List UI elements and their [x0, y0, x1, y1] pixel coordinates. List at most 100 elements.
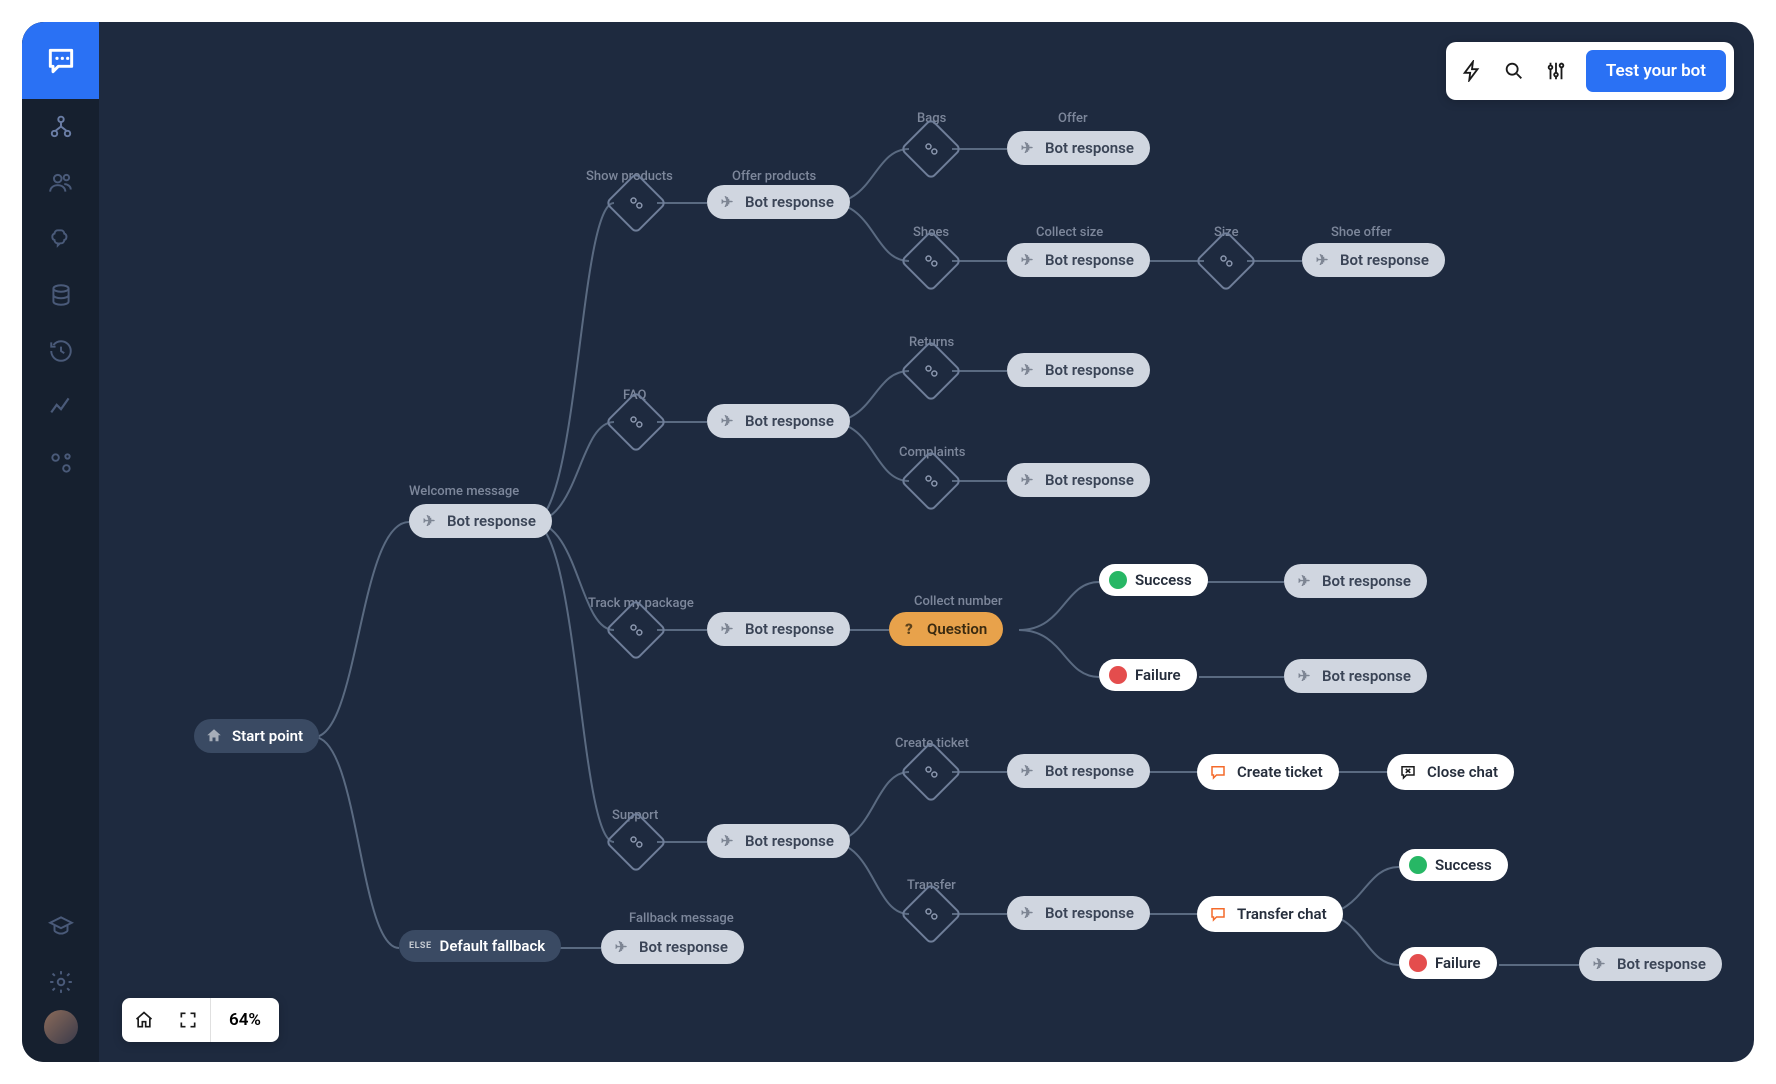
home-icon: [204, 726, 224, 746]
user-bot-icon: [614, 181, 658, 225]
node-failure-2[interactable]: Failure: [1399, 947, 1497, 979]
user-bot-icon: [909, 239, 953, 283]
branch-bags[interactable]: [909, 127, 953, 171]
lightning-icon[interactable]: [1454, 53, 1490, 89]
node-label: Close chat: [1427, 763, 1498, 781]
test-bot-button[interactable]: Test your bot: [1586, 50, 1726, 92]
send-icon: ✈: [611, 937, 631, 957]
node-label: Bot response: [639, 938, 728, 956]
node-success-response[interactable]: ✈Bot response: [1284, 564, 1427, 598]
sliders-icon[interactable]: [1538, 53, 1574, 89]
user-bot-icon: [909, 349, 953, 393]
node-support-response[interactable]: ✈Bot response: [707, 824, 850, 858]
user-avatar[interactable]: [44, 1010, 78, 1044]
node-failure2-response[interactable]: ✈ Bot response: [1579, 947, 1722, 981]
branch-support[interactable]: [614, 820, 658, 864]
node-label: Bot response: [1045, 471, 1134, 489]
group-label-offer: Offer: [1058, 111, 1088, 126]
node-create-ticket[interactable]: Create ticket: [1197, 754, 1339, 790]
node-fallback-response[interactable]: ✈ Bot response: [601, 930, 744, 964]
zoom-value[interactable]: 64%: [210, 998, 279, 1042]
node-transfer-chat[interactable]: Transfer chat: [1197, 896, 1343, 932]
nav-learn-icon[interactable]: [22, 898, 99, 954]
nav-brain-icon[interactable]: [22, 211, 99, 267]
search-icon[interactable]: [1496, 53, 1532, 89]
send-icon: ✈: [1017, 761, 1037, 781]
node-label: Transfer chat: [1237, 905, 1327, 923]
node-label: Bot response: [1045, 251, 1134, 269]
user-bot-icon: [909, 127, 953, 171]
user-bot-icon: [909, 750, 953, 794]
node-label: Bot response: [1322, 667, 1411, 685]
nav-database-icon[interactable]: [22, 267, 99, 323]
node-offer[interactable]: ✈Bot response: [1007, 131, 1150, 165]
node-label: Bot response: [1617, 955, 1706, 973]
node-faq-response[interactable]: ✈Bot response: [707, 404, 850, 438]
send-icon: ✈: [1017, 903, 1037, 923]
branch-complaints[interactable]: [909, 459, 953, 503]
send-icon: ✈: [1294, 666, 1314, 686]
nav-flow-icon[interactable]: [22, 99, 99, 155]
node-transfer-response[interactable]: ✈Bot response: [1007, 896, 1150, 930]
send-icon: ✈: [419, 511, 439, 531]
node-collect-size[interactable]: ✈ Bot response: [1007, 243, 1150, 277]
nav-integrations-icon[interactable]: [22, 435, 99, 491]
node-label: Question: [927, 620, 987, 638]
x-icon: [1409, 954, 1427, 972]
node-close-chat[interactable]: Close chat: [1387, 754, 1514, 790]
node-label: Bot response: [1322, 572, 1411, 590]
node-default-fallback[interactable]: ELSE Default fallback: [399, 930, 561, 962]
node-label: Bot response: [745, 412, 834, 430]
node-label: Success: [1435, 856, 1492, 874]
branch-show-products[interactable]: [614, 181, 658, 225]
home-button[interactable]: [122, 998, 166, 1042]
node-label: Success: [1135, 571, 1192, 589]
nav-settings-icon[interactable]: [22, 954, 99, 1010]
send-icon: ✈: [1017, 138, 1037, 158]
node-start-point[interactable]: Start point: [194, 719, 319, 753]
node-track-response[interactable]: ✈Bot response: [707, 612, 850, 646]
send-icon: ✈: [1017, 250, 1037, 270]
node-ticket-response[interactable]: ✈Bot response: [1007, 754, 1150, 788]
node-success-1[interactable]: Success: [1099, 564, 1208, 596]
node-returns[interactable]: ✈Bot response: [1007, 353, 1150, 387]
node-complaints[interactable]: ✈Bot response: [1007, 463, 1150, 497]
send-icon: ✈: [1589, 954, 1609, 974]
branch-shoes[interactable]: [909, 239, 953, 283]
sidebar: [22, 22, 99, 1062]
node-question[interactable]: ?Question: [889, 612, 1003, 646]
branch-track-package[interactable]: [614, 608, 658, 652]
user-bot-icon: [909, 892, 953, 936]
node-label: Create ticket: [1237, 763, 1323, 781]
nav-analytics-icon[interactable]: [22, 379, 99, 435]
node-label: Failure: [1135, 666, 1181, 684]
branch-create-ticket[interactable]: [909, 750, 953, 794]
check-icon: [1409, 856, 1427, 874]
node-shoe-offer[interactable]: ✈Bot response: [1302, 243, 1445, 277]
nav-users-icon[interactable]: [22, 155, 99, 211]
branch-returns[interactable]: [909, 349, 953, 393]
node-offer-products[interactable]: ✈Bot response: [707, 185, 850, 219]
branch-faq[interactable]: [614, 400, 658, 444]
node-failure-1[interactable]: Failure: [1099, 659, 1197, 691]
fullscreen-button[interactable]: [166, 998, 210, 1042]
branch-size[interactable]: [1204, 239, 1248, 283]
group-label-shoe-offer: Shoe offer: [1331, 225, 1392, 240]
group-label-collect-number: Collect number: [914, 594, 1002, 609]
node-success-2[interactable]: Success: [1399, 849, 1508, 881]
chat-icon: [1207, 761, 1229, 783]
app-logo[interactable]: [22, 22, 99, 99]
group-label-welcome: Welcome message: [409, 484, 519, 499]
send-icon: ✈: [1312, 250, 1332, 270]
group-label-offer-products: Offer products: [732, 169, 816, 184]
send-icon: ✈: [717, 831, 737, 851]
group-label-fallback-msg: Fallback message: [629, 911, 734, 926]
user-bot-icon: [1204, 239, 1248, 283]
else-badge: ELSE: [409, 941, 432, 951]
node-failure-response[interactable]: ✈ Bot response: [1284, 659, 1427, 693]
node-label: Bot response: [447, 512, 536, 530]
nav-history-icon[interactable]: [22, 323, 99, 379]
node-welcome-bot-response[interactable]: ✈ Bot response: [409, 504, 552, 538]
flow-canvas[interactable]: Start point Welcome message ✈ Bot respon…: [99, 22, 1754, 1062]
branch-transfer[interactable]: [909, 892, 953, 936]
